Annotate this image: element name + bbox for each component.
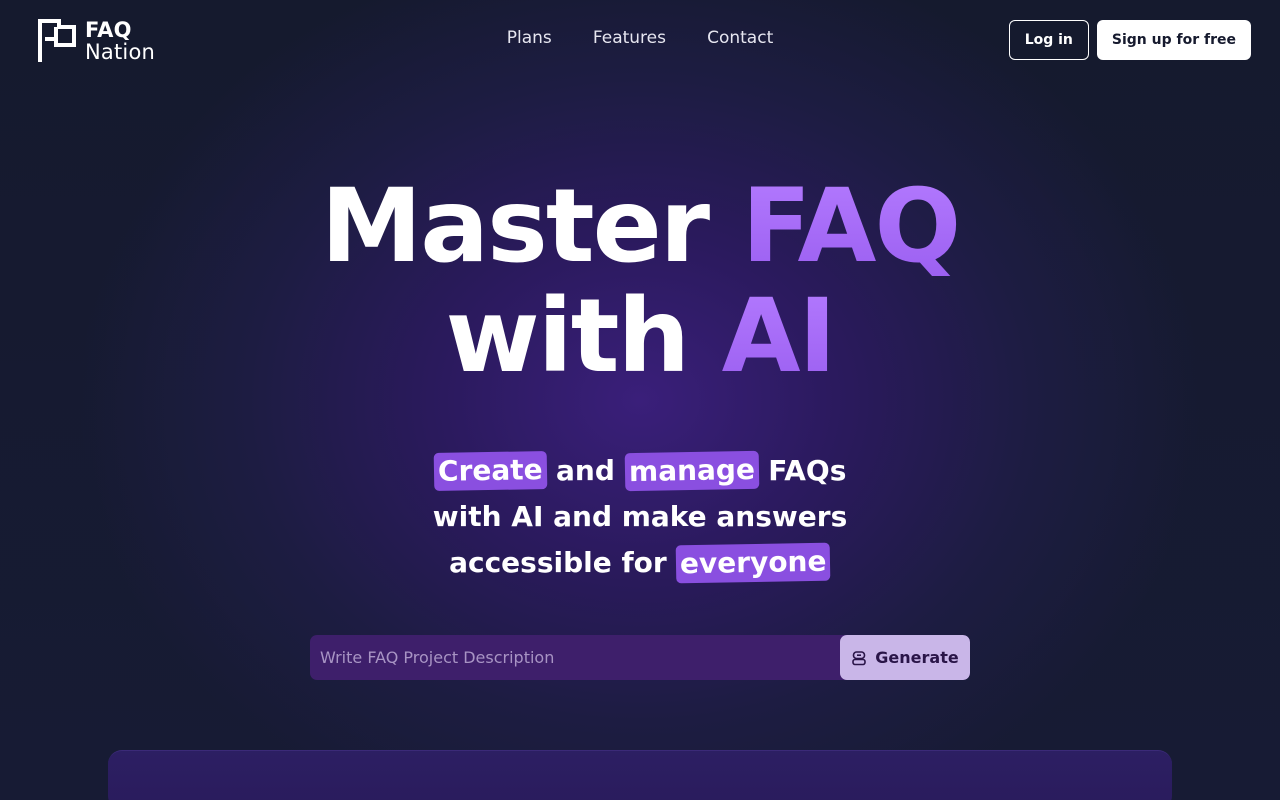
page-background [0, 0, 1280, 800]
generate-button[interactable]: Generate [840, 635, 970, 680]
site-header: FAQ Nation Plans Features Contact Log in… [0, 0, 1280, 80]
subtitle-text3: accessible for [449, 546, 677, 579]
subtitle-line2: with AI and make answers [432, 500, 848, 533]
highlight-manage: manage [624, 450, 759, 492]
highlight-create: Create [433, 451, 547, 491]
robot-icon [852, 650, 867, 665]
preview-panel [108, 750, 1172, 800]
signup-button[interactable]: Sign up for free [1096, 20, 1251, 60]
subtitle-text2: FAQs [758, 454, 847, 487]
faq-generator: Generate [310, 635, 970, 680]
faq-description-input[interactable] [310, 635, 840, 680]
hero-title-line2: with AI [0, 282, 1280, 392]
subtitle-line3: accessible for everyone [0, 540, 1280, 586]
hero-subtitle: Create and manage FAQs with AI and make … [0, 448, 1280, 586]
hero-line1-accent: FAQ [741, 167, 962, 286]
nav-item-features[interactable]: Features [593, 28, 666, 48]
hero-title-line1: Master FAQ [0, 172, 1280, 282]
hero-line1-text: Master [320, 167, 742, 286]
auth-buttons: Log in Sign up for free [1008, 20, 1251, 60]
login-button[interactable]: Log in [1008, 20, 1089, 60]
generate-button-label: Generate [875, 648, 959, 667]
subtitle-text1: and [546, 454, 625, 487]
nav-item-plans[interactable]: Plans [507, 28, 552, 48]
highlight-everyone: everyone [676, 542, 832, 584]
nav-item-contact[interactable]: Contact [707, 28, 773, 48]
hero-line2-accent: AI [721, 277, 837, 396]
subtitle-line1: Create and manage FAQs [0, 448, 1280, 494]
hero-line2-text: with [445, 277, 722, 396]
